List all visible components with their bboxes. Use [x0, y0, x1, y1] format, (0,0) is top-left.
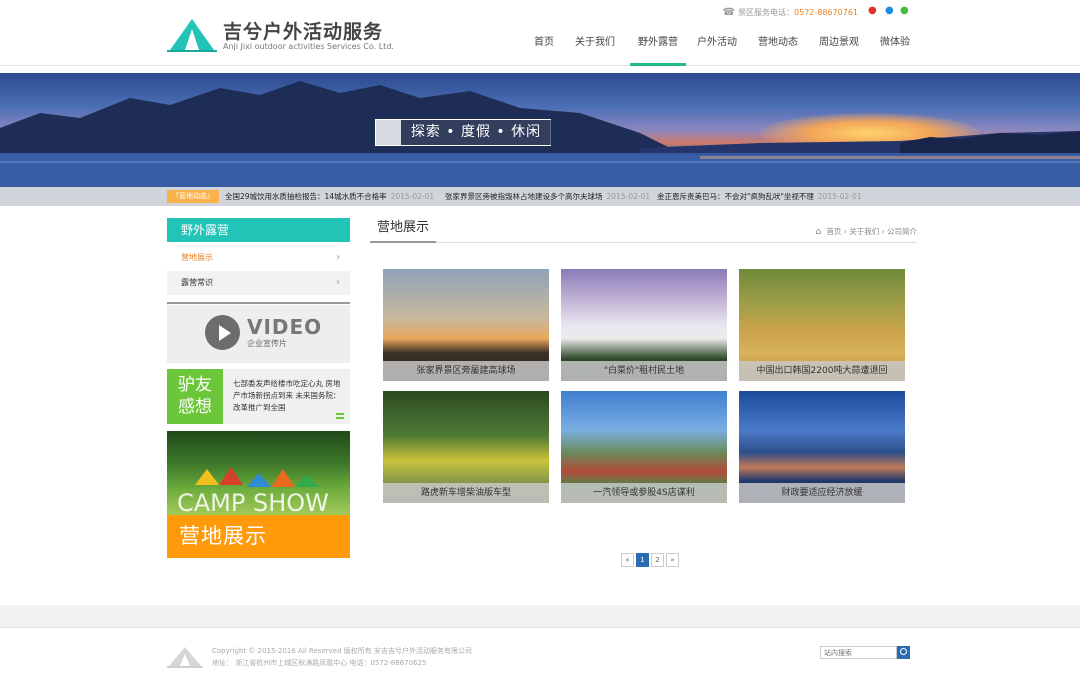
chevron-right-icon: ›	[336, 277, 340, 288]
feedback-tag-line2: 感想	[178, 397, 212, 417]
hotline-label: 景区服务电话：	[738, 8, 795, 17]
camp-show-en: CAMP SHOW	[177, 489, 329, 517]
hero-banner: 探索 • 度假 • 休闲	[0, 73, 1080, 187]
page-button[interactable]: 2	[651, 553, 664, 567]
ticker-item[interactable]: 金正恩斥责美巴马：不会对"疯狗乱吠"坐视不理 2015-02-01	[657, 191, 862, 202]
ticker-item-date: 2015-02-01	[606, 192, 651, 201]
nav-experience[interactable]: 微体验	[875, 30, 915, 66]
ticker-item-date: 2015-02-01	[817, 192, 862, 201]
nav-outdoor[interactable]: 户外活动	[691, 30, 743, 66]
page-button[interactable]: 1	[636, 553, 649, 567]
nav-news[interactable]: 营地动态	[752, 30, 804, 66]
footer-band	[0, 605, 1080, 627]
tent-shape	[219, 467, 243, 485]
hotline-number: 0572-88670761	[794, 8, 858, 17]
phone-icon: ☎	[722, 7, 736, 18]
news-ticker: 『营地动态』 全国29城饮用水质抽检报告：14城水质不合格率 2015-02-01…	[0, 187, 1080, 206]
ticker-item-date: 2015-02-01	[390, 192, 435, 201]
feedback-text: 七部委发声给楼市吃定心丸 房地产市场新拐点到来 未来国务院：改革推广到全国	[233, 379, 341, 412]
prev-page-button[interactable]: «	[621, 553, 634, 567]
footer-info: Copyright © 2015-2016 All Reserved 版权所有 …	[212, 645, 472, 669]
menu-icon[interactable]	[336, 413, 344, 419]
chevron-right-icon: ›	[336, 252, 340, 263]
breadcrumb-home[interactable]: 首页	[826, 227, 841, 236]
social-links: ● ● ●	[868, 5, 914, 19]
weibo-icon[interactable]: ●	[868, 5, 877, 16]
breadcrumb: ⌂ 首页 › 关于我们 › 公司简介	[815, 227, 917, 237]
card-caption: 张家界景区旁屡建高球场	[383, 361, 549, 381]
banner-slogan: 探索 • 度假 • 休闲	[375, 119, 551, 146]
tent-logo-icon	[167, 647, 203, 668]
sidebar-item-label: 营地展示	[181, 253, 213, 262]
logo-subtitle: Anji Jixi outdoor activities Services Co…	[223, 42, 394, 51]
search-icon[interactable]	[897, 646, 910, 659]
tent-logo-icon	[167, 19, 217, 52]
camp-show-cn: 营地展示	[167, 515, 350, 558]
feedback-tag: 驴友 感想	[167, 369, 223, 424]
tent-shape	[195, 469, 219, 485]
tent-shape	[271, 469, 295, 487]
page: 吉兮户外活动服务 Anji Jixi outdoor activities Se…	[0, 0, 1080, 688]
breadcrumb-about[interactable]: 关于我们	[849, 227, 879, 236]
nav-scenery[interactable]: 周边景观	[813, 30, 865, 66]
card-caption: "白菜价"租村民土地	[561, 361, 727, 381]
sidebar-heading: 野外露营	[167, 218, 350, 242]
gallery-card[interactable]: 财政要适应经济放缓	[739, 391, 905, 503]
qq-icon[interactable]: ●	[885, 5, 894, 16]
tent-shape	[247, 473, 271, 487]
next-page-button[interactable]: »	[666, 553, 679, 567]
breadcrumb-profile[interactable]: 公司简介	[887, 227, 917, 236]
section-header: 营地展示 ⌂ 首页 › 关于我们 › 公司简介	[370, 218, 917, 243]
card-caption: 财政要适应经济放缓	[739, 483, 905, 503]
search-input[interactable]	[820, 646, 897, 659]
home-icon: ⌂	[815, 227, 822, 237]
traveler-feedback[interactable]: 驴友 感想 七部委发声给楼市吃定心丸 房地产市场新拐点到来 未来国务院：改革推广…	[167, 369, 350, 424]
ticker-item[interactable]: 张家界景区旁被指毁林占地建设多个高尔夫球场 2015-02-01	[445, 191, 650, 202]
gallery-card[interactable]: "白菜价"租村民土地	[561, 269, 727, 381]
card-caption: 一汽领导或参股4S店谋利	[561, 483, 727, 503]
gallery-card[interactable]: 中国出口韩国2200吨大蒜遭退回	[739, 269, 905, 381]
sidebar-divider	[167, 302, 350, 304]
gallery-card[interactable]: 张家界景区旁屡建高球场	[383, 269, 549, 381]
play-icon	[205, 315, 240, 350]
video-subtitle: 企业宣传片	[247, 339, 287, 348]
gallery-card[interactable]: 路虎新车增柴油版车型	[383, 391, 549, 503]
nav-home[interactable]: 首页	[525, 30, 563, 66]
copyright: Copyright © 2015-2016 All Reserved 版权所有 …	[212, 647, 472, 655]
hotline: ☎ 景区服务电话：0572-88670761	[723, 7, 858, 18]
ticker-item[interactable]: 全国29城饮用水质抽检报告：14城水质不合格率 2015-02-01	[225, 191, 434, 202]
feedback-tag-line1: 驴友	[178, 375, 212, 395]
ticker-label: 『营地动态』	[167, 190, 219, 203]
ticker-item-text[interactable]: 金正恩斥责美巴马：不会对"疯狗乱吠"坐视不理	[657, 192, 814, 201]
tent-shape	[295, 475, 319, 487]
sidebar-item-camp-display[interactable]: 营地展示 ›	[167, 246, 350, 270]
site-header: 吉兮户外活动服务 Anji Jixi outdoor activities Se…	[0, 0, 1080, 66]
video-promo[interactable]: VIDEO 企业宣传片	[167, 305, 350, 363]
nav-camping[interactable]: 野外露营	[630, 30, 686, 66]
card-caption: 中国出口韩国2200吨大蒜遭退回	[739, 361, 905, 381]
address: 地址： 浙江省杭州市上城区秋涛路凤凰中心 电话：0572-88670625	[212, 659, 427, 667]
card-caption: 路虎新车增柴油版车型	[383, 483, 549, 503]
slogan-marker	[376, 120, 401, 145]
sidebar-item-label: 露营常识	[181, 278, 213, 287]
site-search	[820, 646, 910, 659]
wechat-icon[interactable]: ●	[900, 5, 909, 16]
ticker-item-text[interactable]: 张家界景区旁被指毁林占地建设多个高尔夫球场	[445, 192, 603, 201]
banner-slogan-text: 探索 • 度假 • 休闲	[401, 120, 551, 145]
site-logo[interactable]: 吉兮户外活动服务 Anji Jixi outdoor activities Se…	[167, 17, 394, 53]
section-title: 营地展示	[370, 218, 437, 243]
gallery-card[interactable]: 一汽领导或参股4S店谋利	[561, 391, 727, 503]
sidebar-item-camping-tips[interactable]: 露营常识 ›	[167, 271, 350, 295]
site-footer: Copyright © 2015-2016 All Reserved 版权所有 …	[0, 627, 1080, 688]
logo-title: 吉兮户外活动服务	[223, 21, 384, 43]
camp-show-promo[interactable]: CAMP SHOW 营地展示	[167, 431, 350, 558]
video-title: VIDEO	[247, 315, 323, 339]
nav-about[interactable]: 关于我们	[569, 30, 621, 66]
ticker-item-text[interactable]: 全国29城饮用水质抽检报告：14城水质不合格率	[225, 192, 387, 201]
